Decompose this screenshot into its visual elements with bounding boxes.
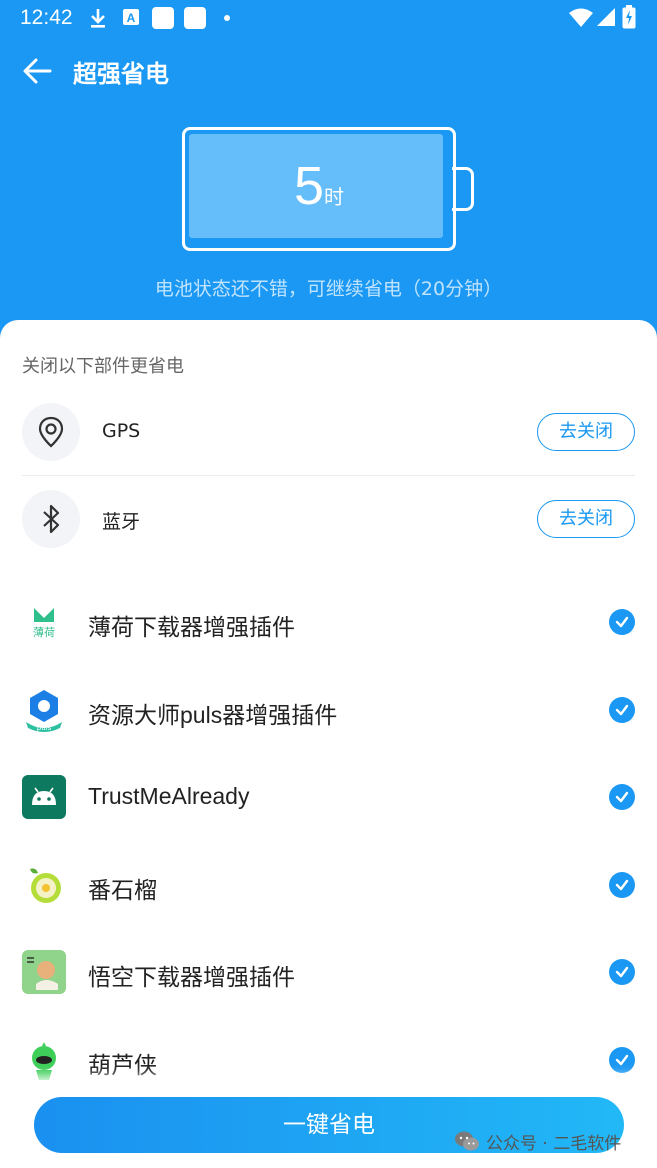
page-title: 超强省电 [73,60,169,88]
check-icon[interactable] [609,1047,635,1073]
battery-remaining-unit: 时 [324,185,345,209]
app-name: 薄荷下载器增强插件 [88,614,295,640]
app-row-mint[interactable]: 薄荷 薄荷下载器增强插件 [22,598,635,646]
huluxia-app-icon [32,1042,56,1080]
wechat-icon [455,1131,479,1151]
watermark-text: 公众号 · 二毛软件 [486,1133,622,1154]
status-bar: 12:42 A [0,0,657,36]
check-icon[interactable] [609,784,635,810]
check-icon[interactable] [609,697,635,723]
dot-icon [224,15,230,21]
guava-app-icon [30,868,61,903]
app-square-icon [184,7,206,29]
close-bluetooth-button[interactable]: 去关闭 [537,500,635,538]
app-row-guava[interactable]: 番石榴 [22,861,635,909]
content-card: 关闭以下部件更省电 GPS 去关闭 蓝牙 去关闭 薄荷 薄荷下载器增强插件 pu… [0,320,657,1168]
watermark: 公众号 · 二毛软件 [454,1128,621,1154]
battery-remaining: 5时 [182,155,456,217]
header-background: 12:42 A 超强省电 5时 电池状态还不错，可继续省电（20分钟） [0,0,657,345]
battery-remaining-value: 5 [293,156,325,216]
wifi-icon [569,8,593,27]
svg-text:puls: puls [37,724,52,732]
check-icon[interactable] [609,872,635,898]
section-title: 关闭以下部件更省电 [22,356,184,377]
check-icon[interactable] [609,959,635,985]
svg-text:A: A [127,11,136,25]
component-row-bluetooth: 蓝牙 去关闭 [22,490,635,548]
app-row-wukong[interactable]: 悟空下载器增强插件 [22,948,635,996]
app-name: 悟空下载器增强插件 [88,964,295,990]
svg-text:薄荷: 薄荷 [33,625,55,639]
mint-app-icon: 薄荷 [33,608,55,639]
battery-gauge: 5时 [182,127,476,255]
resource-master-app-icon: puls [26,690,62,732]
close-gps-button[interactable]: 去关闭 [537,413,635,451]
download-icon [91,9,105,28]
app-row-trustmealready[interactable]: TrustMeAlready [22,773,635,821]
battery-charging-icon [622,5,636,29]
component-label: 蓝牙 [102,511,141,533]
app-bar: 超强省电 [0,46,657,96]
app-name: 葫芦侠 [88,1052,157,1078]
bluetooth-icon [22,490,80,548]
location-pin-icon [22,403,80,461]
component-label: GPS [102,420,141,442]
check-icon[interactable] [609,609,635,635]
android-app-icon [22,775,66,819]
arrow-left-icon[interactable] [20,54,54,88]
status-time: 12:42 [20,6,73,29]
font-icon: A [123,9,139,25]
wukong-app-icon [22,950,66,994]
app-row-huluxia[interactable]: 葫芦侠 [22,1036,635,1084]
component-row-gps: GPS 去关闭 [22,403,635,461]
app-name: 资源大师puls器增强插件 [88,702,338,728]
app-row-resource-master[interactable]: puls 资源大师puls器增强插件 [22,686,635,734]
app-name: TrustMeAlready [88,783,250,809]
battery-status-text: 电池状态还不错，可继续省电（20分钟） [154,278,503,300]
app-square-icon [152,7,174,29]
app-name: 番石榴 [88,877,157,903]
signal-icon [597,8,615,26]
divider [22,475,635,476]
